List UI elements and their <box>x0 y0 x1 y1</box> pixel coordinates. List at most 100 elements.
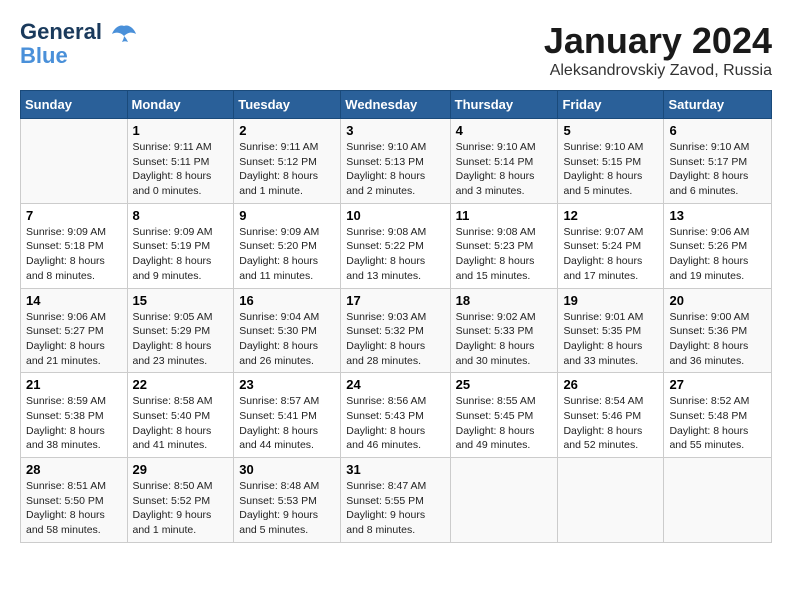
daylight-text: Daylight: 8 hours and 3 minutes. <box>456 169 553 198</box>
calendar-header-row: SundayMondayTuesdayWednesdayThursdayFrid… <box>21 91 772 119</box>
daylight-text: Daylight: 9 hours and 5 minutes. <box>239 508 335 537</box>
logo-bird-icon <box>110 24 138 42</box>
daylight-text: Daylight: 8 hours and 11 minutes. <box>239 254 335 283</box>
page-header: General Blue January 2024 Aleksandrovski… <box>20 20 772 80</box>
daylight-text: Daylight: 8 hours and 23 minutes. <box>133 339 229 368</box>
calendar-cell: 12Sunrise: 9:07 AMSunset: 5:24 PMDayligh… <box>558 203 664 288</box>
calendar-cell: 24Sunrise: 8:56 AMSunset: 5:43 PMDayligh… <box>341 373 450 458</box>
logo: General Blue <box>20 20 138 68</box>
sunset-text: Sunset: 5:14 PM <box>456 155 553 170</box>
day-info: Sunrise: 8:55 AMSunset: 5:45 PMDaylight:… <box>456 394 553 453</box>
sunset-text: Sunset: 5:24 PM <box>563 239 658 254</box>
sunset-text: Sunset: 5:41 PM <box>239 409 335 424</box>
day-header-thursday: Thursday <box>450 91 558 119</box>
sunrise-text: Sunrise: 9:08 AM <box>456 225 553 240</box>
daylight-text: Daylight: 8 hours and 0 minutes. <box>133 169 229 198</box>
day-info: Sunrise: 9:09 AMSunset: 5:19 PMDaylight:… <box>133 225 229 284</box>
day-number: 9 <box>239 208 335 223</box>
calendar-cell: 5Sunrise: 9:10 AMSunset: 5:15 PMDaylight… <box>558 119 664 204</box>
day-info: Sunrise: 8:59 AMSunset: 5:38 PMDaylight:… <box>26 394 122 453</box>
daylight-text: Daylight: 8 hours and 2 minutes. <box>346 169 444 198</box>
calendar-cell: 14 Sunrise: 9:06 AMSunset: 5:27 PMDayligh… <box>21 288 128 373</box>
daylight-text: Daylight: 8 hours and 36 minutes. <box>669 339 766 368</box>
calendar-cell: 9 Sunrise: 9:09 AMSunset: 5:20 PMDaylight… <box>234 203 341 288</box>
day-number: 28 <box>26 462 122 477</box>
calendar-cell: 2Sunrise: 9:11 AMSunset: 5:12 PMDaylight… <box>234 119 341 204</box>
day-number: 18 <box>456 293 553 308</box>
day-number: 25 <box>456 377 553 392</box>
day-number: 12 <box>563 208 658 223</box>
sunrise-text: Sunrise: 9:07 AM <box>563 225 658 240</box>
day-info: Sunrise: 9:11 AMSunset: 5:12 PMDaylight:… <box>239 140 335 199</box>
calendar-cell: 17Sunrise: 9:03 AMSunset: 5:32 PMDayligh… <box>341 288 450 373</box>
day-info: Sunrise: 9:02 AMSunset: 5:33 PMDaylight:… <box>456 310 553 369</box>
sunset-text: Sunset: 5:12 PM <box>239 155 335 170</box>
sunset-text: Sunset: 5:46 PM <box>563 409 658 424</box>
day-number: 15 <box>133 293 229 308</box>
sunset-text: Sunset: 5:11 PM <box>133 155 229 170</box>
sunset-text: Sunset: 5:18 PM <box>26 239 122 254</box>
day-header-sunday: Sunday <box>21 91 128 119</box>
sunrise-text: Sunrise: 9:03 AM <box>346 310 444 325</box>
calendar-cell: 25 Sunrise: 8:55 AMSunset: 5:45 PMDayligh… <box>450 373 558 458</box>
calendar-cell: 1Sunrise: 9:11 AMSunset: 5:11 PMDaylight… <box>127 119 234 204</box>
day-info: Sunrise: 8:51 AMSunset: 5:50 PMDaylight:… <box>26 479 122 538</box>
day-info: Sunrise: 9:10 AMSunset: 5:17 PMDaylight:… <box>669 140 766 199</box>
sunset-text: Sunset: 5:30 PM <box>239 324 335 339</box>
daylight-text: Daylight: 8 hours and 58 minutes. <box>26 508 122 537</box>
day-header-monday: Monday <box>127 91 234 119</box>
sunrise-text: Sunrise: 9:06 AM <box>669 225 766 240</box>
calendar-cell: 30Sunrise: 8:48 AMSunset: 5:53 PMDayligh… <box>234 458 341 543</box>
sunrise-text: Sunrise: 9:08 AM <box>346 225 444 240</box>
sunrise-text: Sunrise: 8:50 AM <box>133 479 229 494</box>
sunset-text: Sunset: 5:20 PM <box>239 239 335 254</box>
calendar-cell: 27Sunrise: 8:52 AMSunset: 5:48 PMDayligh… <box>664 373 772 458</box>
day-number: 6 <box>669 123 766 138</box>
sunset-text: Sunset: 5:40 PM <box>133 409 229 424</box>
day-number: 17 <box>346 293 444 308</box>
sunset-text: Sunset: 5:15 PM <box>563 155 658 170</box>
day-info: Sunrise: 8:56 AMSunset: 5:43 PMDaylight:… <box>346 394 444 453</box>
day-number: 4 <box>456 123 553 138</box>
day-info: Sunrise: 9:09 AMSunset: 5:20 PMDaylight:… <box>239 225 335 284</box>
sunrise-text: Sunrise: 8:48 AM <box>239 479 335 494</box>
daylight-text: Daylight: 8 hours and 30 minutes. <box>456 339 553 368</box>
sunset-text: Sunset: 5:17 PM <box>669 155 766 170</box>
sunset-text: Sunset: 5:33 PM <box>456 324 553 339</box>
day-info: Sunrise: 9:06 AMSunset: 5:27 PMDaylight:… <box>26 310 122 369</box>
sunrise-text: Sunrise: 9:02 AM <box>456 310 553 325</box>
day-number: 14 <box>26 293 122 308</box>
sunset-text: Sunset: 5:38 PM <box>26 409 122 424</box>
sunset-text: Sunset: 5:53 PM <box>239 494 335 509</box>
day-number: 21 <box>26 377 122 392</box>
sunrise-text: Sunrise: 9:10 AM <box>346 140 444 155</box>
day-header-tuesday: Tuesday <box>234 91 341 119</box>
daylight-text: Daylight: 8 hours and 6 minutes. <box>669 169 766 198</box>
calendar-cell: 28 Sunrise: 8:51 AMSunset: 5:50 PMDayligh… <box>21 458 128 543</box>
day-info: Sunrise: 8:57 AMSunset: 5:41 PMDaylight:… <box>239 394 335 453</box>
day-number: 1 <box>133 123 229 138</box>
sunrise-text: Sunrise: 8:54 AM <box>563 394 658 409</box>
daylight-text: Daylight: 8 hours and 44 minutes. <box>239 424 335 453</box>
sunset-text: Sunset: 5:23 PM <box>456 239 553 254</box>
calendar-cell: 26Sunrise: 8:54 AMSunset: 5:46 PMDayligh… <box>558 373 664 458</box>
sunset-text: Sunset: 5:29 PM <box>133 324 229 339</box>
calendar-cell: 22Sunrise: 8:58 AMSunset: 5:40 PMDayligh… <box>127 373 234 458</box>
sunrise-text: Sunrise: 9:00 AM <box>669 310 766 325</box>
calendar-cell: 31Sunrise: 8:47 AMSunset: 5:55 PMDayligh… <box>341 458 450 543</box>
day-number: 5 <box>563 123 658 138</box>
sunset-text: Sunset: 5:50 PM <box>26 494 122 509</box>
sunrise-text: Sunrise: 8:55 AM <box>456 394 553 409</box>
day-number: 13 <box>669 208 766 223</box>
calendar-cell: 8Sunrise: 9:09 AMSunset: 5:19 PMDaylight… <box>127 203 234 288</box>
page-subtitle: Aleksandrovskiy Zavod, Russia <box>544 62 772 80</box>
calendar-table: SundayMondayTuesdayWednesdayThursdayFrid… <box>20 90 772 543</box>
daylight-text: Daylight: 8 hours and 15 minutes. <box>456 254 553 283</box>
sunrise-text: Sunrise: 8:56 AM <box>346 394 444 409</box>
day-info: Sunrise: 8:50 AMSunset: 5:52 PMDaylight:… <box>133 479 229 538</box>
day-info: Sunrise: 9:08 AMSunset: 5:22 PMDaylight:… <box>346 225 444 284</box>
daylight-text: Daylight: 8 hours and 21 minutes. <box>26 339 122 368</box>
sunset-text: Sunset: 5:13 PM <box>346 155 444 170</box>
calendar-cell: 16Sunrise: 9:04 AMSunset: 5:30 PMDayligh… <box>234 288 341 373</box>
sunset-text: Sunset: 5:48 PM <box>669 409 766 424</box>
